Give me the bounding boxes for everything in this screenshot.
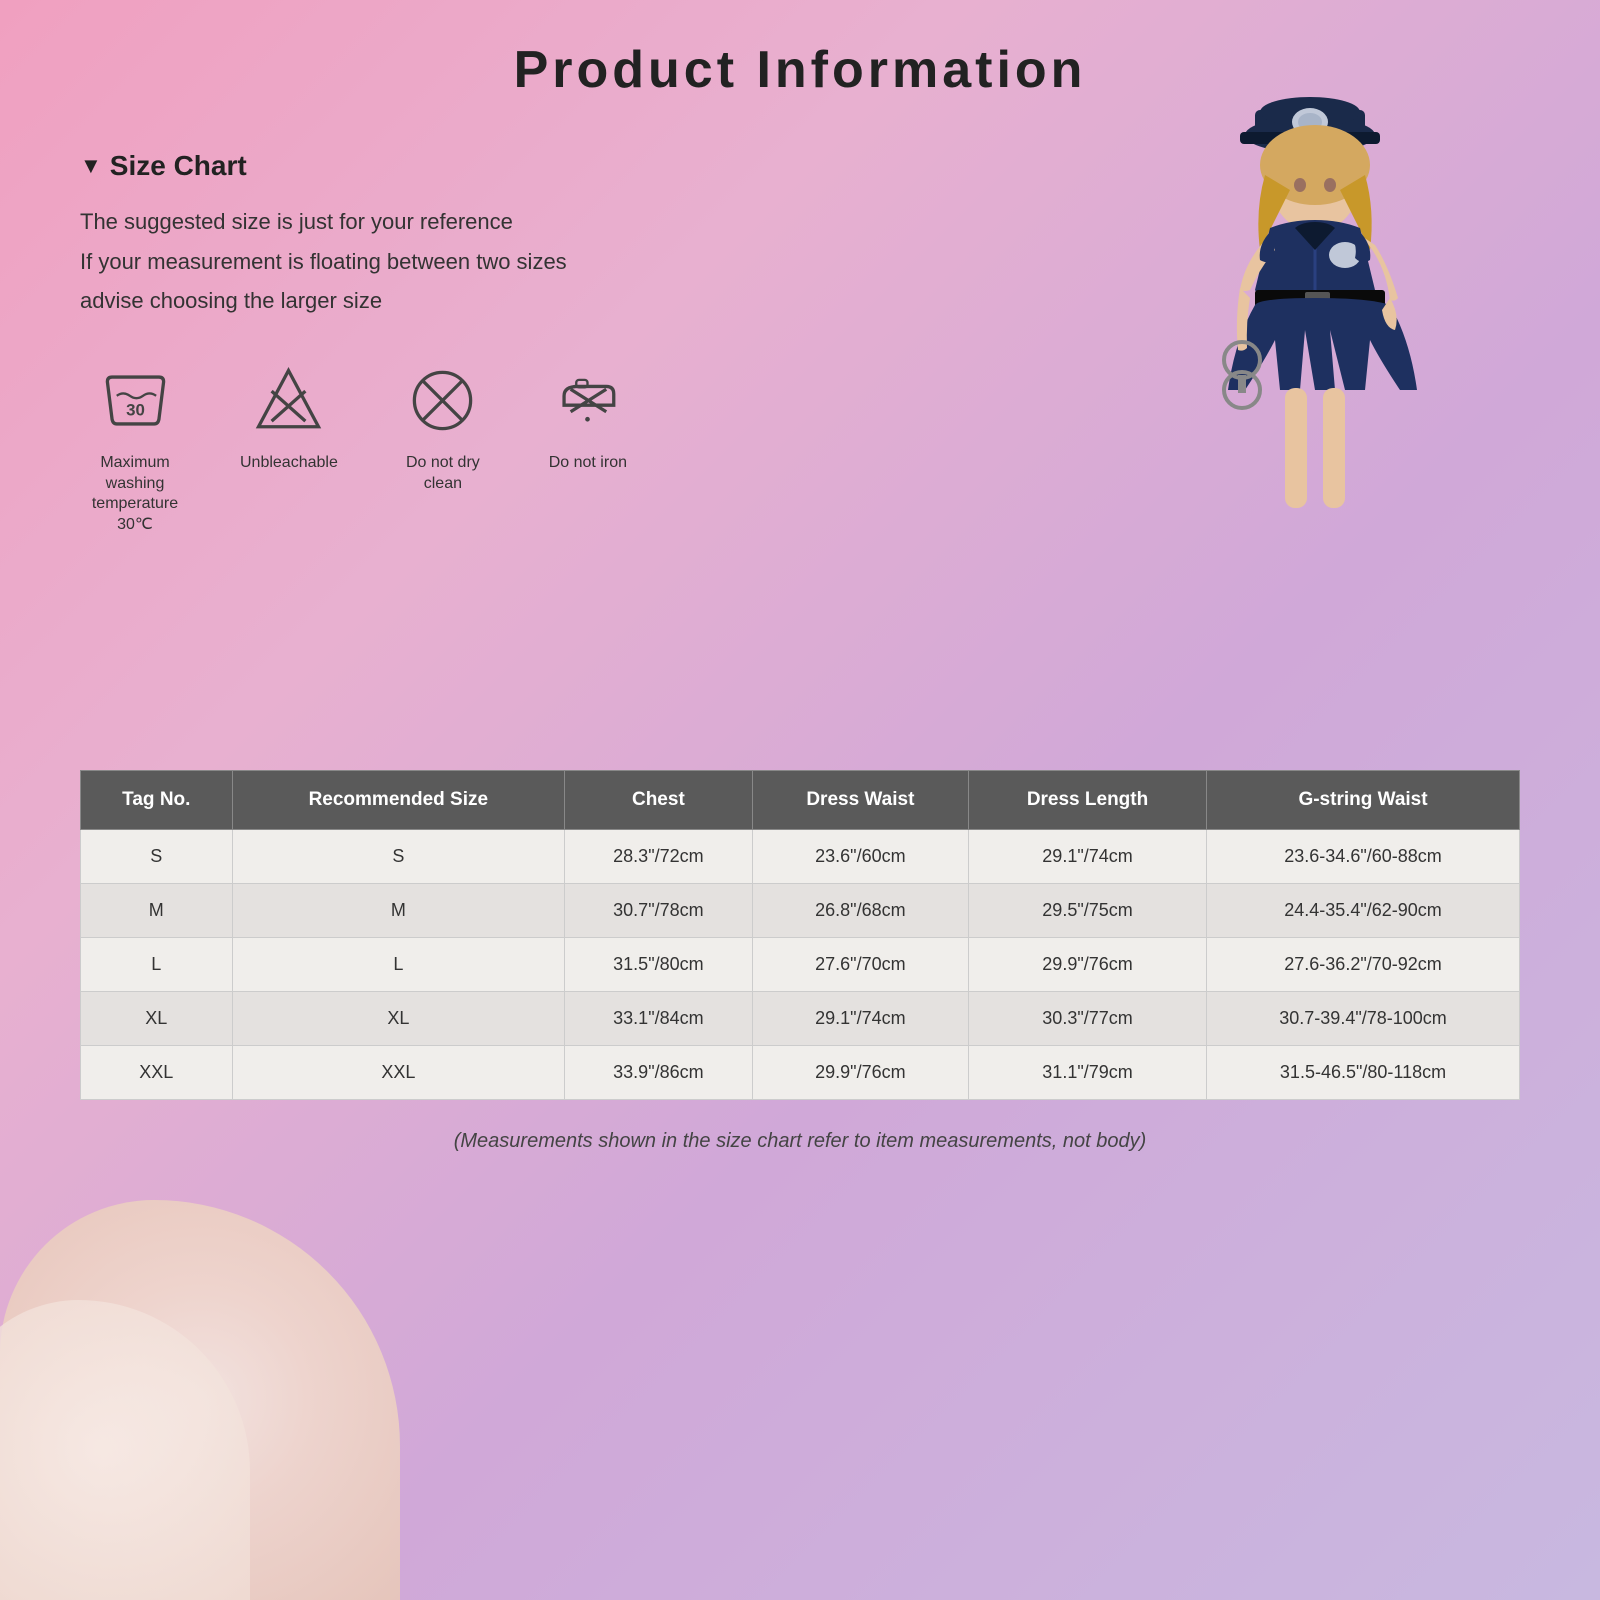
table-cell-0-1: S [232,830,564,884]
table-cell-3-5: 30.7-39.4"/78-100cm [1207,992,1520,1046]
no-dry-clean-icon [403,361,483,441]
size-table: Tag No. Recommended Size Chest Dress Wai… [80,770,1520,1100]
table-cell-0-3: 23.6"/60cm [752,830,968,884]
table-cell-0-2: 28.3"/72cm [565,830,753,884]
svg-text:30: 30 [126,401,145,420]
table-cell-3-1: XL [232,992,564,1046]
table-row: LL31.5"/80cm27.6"/70cm29.9"/76cm27.6-36.… [81,938,1520,992]
table-cell-4-5: 31.5-46.5"/80-118cm [1207,1046,1520,1100]
col-header-dress-length: Dress Length [969,771,1207,830]
model-illustration [1080,50,1480,730]
table-cell-4-2: 33.9"/86cm [565,1046,753,1100]
table-cell-0-4: 29.1"/74cm [969,830,1207,884]
care-item-wash: 30 Maximum washingtemperature 30℃ [80,361,190,536]
size-table-section: Tag No. Recommended Size Chest Dress Wai… [80,770,1520,1153]
care-item-no-dry-clean: Do not dry clean [388,361,498,495]
table-cell-4-4: 31.1"/79cm [969,1046,1207,1100]
model-image-area [1080,50,1580,750]
col-header-dress-waist: Dress Waist [752,771,968,830]
table-cell-2-0: L [81,938,233,992]
table-cell-3-3: 29.1"/74cm [752,992,968,1046]
wash-label: Maximum washingtemperature 30℃ [80,453,190,536]
care-item-no-iron: Do not iron [548,361,628,474]
table-row: XLXL33.1"/84cm29.1"/74cm30.3"/77cm30.7-3… [81,992,1520,1046]
no-bleach-icon [249,361,329,441]
wash-icon: 30 [95,361,175,441]
table-cell-1-5: 24.4-35.4"/62-90cm [1207,884,1520,938]
table-cell-2-2: 31.5"/80cm [565,938,753,992]
no-iron-label: Do not iron [549,453,627,474]
size-chart-title-text: Size Chart [110,150,247,182]
col-header-tag: Tag No. [81,771,233,830]
col-header-chest: Chest [565,771,753,830]
table-cell-2-1: L [232,938,564,992]
table-cell-1-1: M [232,884,564,938]
table-cell-1-4: 29.5"/75cm [969,884,1207,938]
table-cell-0-0: S [81,830,233,884]
care-item-no-bleach: Unbleachable [240,361,338,474]
no-iron-icon [548,361,628,441]
page-container: Product Information Size Chart The sugge… [0,0,1600,1600]
table-row: MM30.7"/78cm26.8"/68cm29.5"/75cm24.4-35.… [81,884,1520,938]
table-row: SS28.3"/72cm23.6"/60cm29.1"/74cm23.6-34.… [81,830,1520,884]
table-cell-2-5: 27.6-36.2"/70-92cm [1207,938,1520,992]
col-header-gstring: G-string Waist [1207,771,1520,830]
table-cell-1-0: M [81,884,233,938]
top-section: Size Chart The suggested size is just fo… [80,150,1520,750]
table-cell-2-4: 29.9"/76cm [969,938,1207,992]
table-cell-3-4: 30.3"/77cm [969,992,1207,1046]
no-bleach-label: Unbleachable [240,453,338,474]
no-dry-clean-label: Do not dry clean [388,453,498,495]
table-cell-0-5: 23.6-34.6"/60-88cm [1207,830,1520,884]
table-cell-4-1: XXL [232,1046,564,1100]
table-row: XXLXXL33.9"/86cm29.9"/76cm31.1"/79cm31.5… [81,1046,1520,1100]
table-cell-1-3: 26.8"/68cm [752,884,968,938]
table-header-row: Tag No. Recommended Size Chest Dress Wai… [81,771,1520,830]
table-cell-1-2: 30.7"/78cm [565,884,753,938]
col-header-recommended: Recommended Size [232,771,564,830]
table-cell-4-0: XXL [81,1046,233,1100]
table-cell-3-0: XL [81,992,233,1046]
table-cell-2-3: 27.6"/70cm [752,938,968,992]
table-note: (Measurements shown in the size chart re… [80,1130,1520,1153]
table-cell-4-3: 29.9"/76cm [752,1046,968,1100]
table-cell-3-2: 33.1"/84cm [565,992,753,1046]
